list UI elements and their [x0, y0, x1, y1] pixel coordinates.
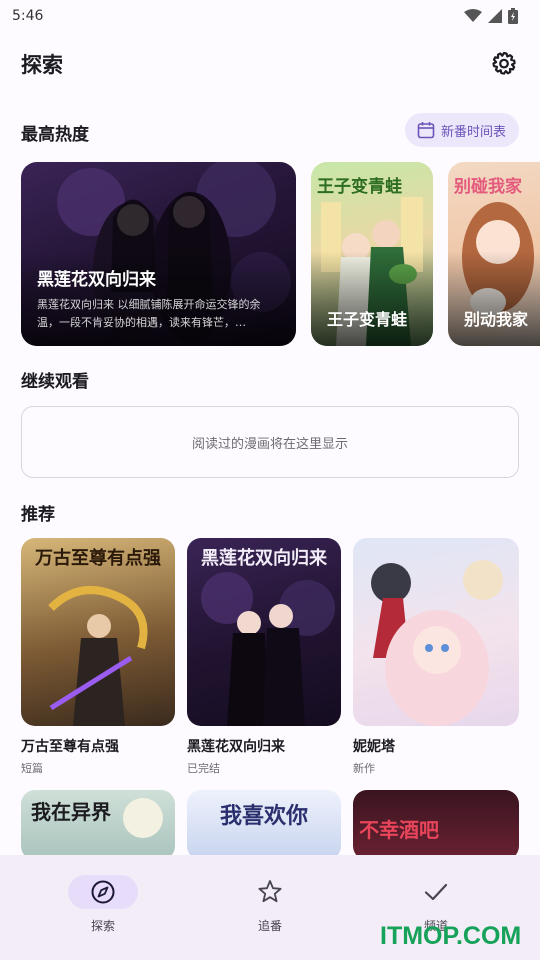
hot-carousel[interactable]: 黑莲花双向归来 黑莲花双向归来 以细腻铺陈展开命运交锋的余温，一段不肯妥协的相遇…: [21, 162, 540, 347]
recommend-card[interactable]: 万古至尊有点强 万古至尊有点强 短篇: [21, 538, 175, 776]
star-icon: [258, 880, 282, 903]
nav-label: 追番: [257, 919, 282, 933]
hot-card[interactable]: 王子变青蛙 王子变青蛙: [311, 162, 433, 346]
gear-icon: [492, 51, 516, 75]
hot-section-title: 最高热度: [21, 125, 89, 145]
battery-icon: [508, 8, 518, 24]
cover-art-title: 王子变青蛙: [317, 177, 402, 197]
nav-label: 探索: [90, 919, 115, 933]
recommend-title: 万古至尊有点强: [21, 739, 119, 755]
nav-pill: [235, 875, 305, 909]
cover-art-title: 我喜欢你: [219, 804, 308, 829]
hot-card-description: 黑莲花双向归来 以细腻铺陈展开命运交锋的余温，一段不肯妥协的相遇，读来有锋芒，…: [37, 298, 261, 329]
cover-shade: [448, 251, 540, 346]
hot-card-title: 黑莲花双向归来: [37, 270, 156, 290]
recommend-section-title: 推荐: [21, 505, 55, 525]
cover-art-title: 别碰我家: [454, 177, 522, 197]
compass-icon: [91, 880, 115, 904]
app-bar: 探索: [0, 40, 540, 88]
recommend-cover: 我在异界: [21, 790, 175, 860]
calendar-icon: [417, 122, 435, 139]
check-icon: [424, 883, 448, 901]
nav-item-explore[interactable]: 探索: [43, 875, 163, 934]
cover-art-image: [371, 560, 503, 726]
signal-icon: [488, 9, 502, 23]
recommend-cover: 不幸酒吧: [353, 790, 519, 860]
schedule-label: 新番时间表: [441, 124, 507, 140]
recommend-cover: 万古至尊有点强: [21, 538, 175, 726]
cover-shade: [311, 251, 433, 346]
watermark-text: ITMOP.COM: [380, 922, 522, 950]
status-bar: 5:46: [0, 0, 540, 32]
cover-art-title: 万古至尊有点强: [35, 548, 161, 569]
recommend-card[interactable]: 黑莲花双向归来 黑莲花双向归来 已完结: [187, 538, 341, 776]
continue-empty-text: 阅读过的漫画将在这里显示: [191, 436, 348, 452]
cover-art-title: 不幸酒吧: [359, 818, 439, 842]
recommend-card[interactable]: 我喜欢你: [187, 790, 341, 860]
settings-button[interactable]: [486, 46, 522, 82]
recommend-title: 黑莲花双向归来: [187, 739, 285, 755]
recommend-card[interactable]: 妮妮塔 新作: [353, 538, 519, 776]
recommend-subtitle: 新作: [353, 762, 375, 775]
nav-pill: [401, 875, 471, 909]
recommend-title: 妮妮塔: [353, 739, 395, 755]
recommend-cover: 黑莲花双向归来: [187, 538, 341, 726]
cover-art-title: 黑莲花双向归来: [201, 548, 327, 569]
recommend-subtitle: 短篇: [21, 762, 43, 775]
hot-card-title: 别动我家: [464, 310, 529, 329]
page-title: 探索: [21, 53, 63, 77]
cover-art-title: 我在异界: [31, 800, 111, 824]
continue-empty-state: 阅读过的漫画将在这里显示: [21, 406, 519, 478]
wifi-icon: [464, 9, 482, 22]
nav-pill-active: [68, 875, 138, 909]
recommend-card[interactable]: 我在异界: [21, 790, 175, 860]
recommend-card[interactable]: 不幸酒吧: [353, 790, 519, 860]
status-icons: [464, 8, 518, 24]
hot-card-featured[interactable]: 黑莲花双向归来 黑莲花双向归来 以细腻铺陈展开命运交锋的余温，一段不肯妥协的相遇…: [21, 162, 296, 346]
nav-item-following[interactable]: 追番: [210, 875, 330, 934]
recommend-subtitle: 已完结: [187, 762, 220, 775]
status-time: 5:46: [12, 8, 44, 24]
continue-section-title: 继续观看: [21, 372, 89, 392]
recommend-cover: 我喜欢你: [187, 790, 341, 860]
schedule-button[interactable]: 新番时间表: [405, 113, 519, 147]
hot-card[interactable]: 别碰我家 别动我家: [448, 162, 540, 346]
hot-card-title: 王子变青蛙: [327, 310, 408, 329]
recommend-cover: [353, 538, 519, 726]
